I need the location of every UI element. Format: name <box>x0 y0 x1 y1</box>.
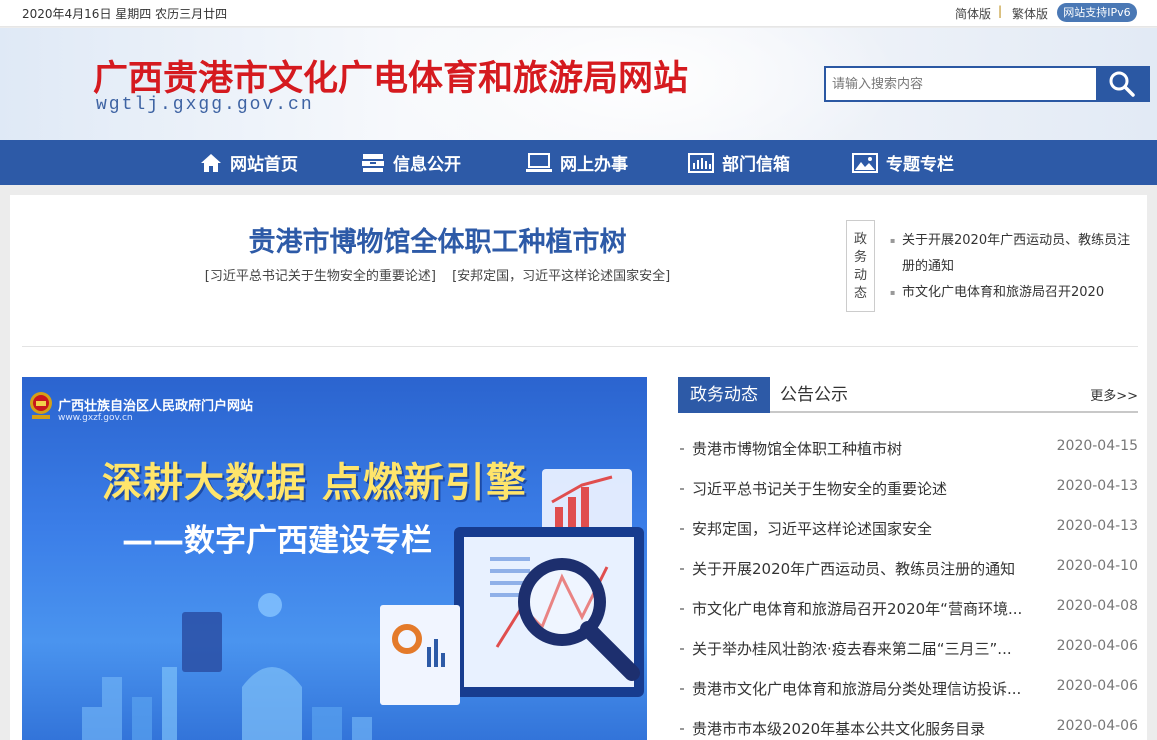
image-icon <box>852 152 878 173</box>
news-title: 贵港市博物馆全体职工种植市树 <box>692 440 903 458</box>
more-link[interactable]: 更多>> <box>1090 385 1138 404</box>
nav-label: 网站首页 <box>230 155 298 175</box>
news-row[interactable]: 贵港市文化广电体育和旅游局分类处理信访投诉... 2020-04-06 <box>678 668 1138 708</box>
banner-image[interactable]: 广西壮族自治区人民政府门户网站 www.gxzf.gov.cn 深耕大数据 点燃… <box>22 377 647 740</box>
computer-icon <box>526 152 552 172</box>
data-illustration <box>82 469 644 740</box>
news-title: 贵港市市本级2020年基本公共文化服务目录 <box>692 720 986 738</box>
main-panel: 贵港市博物馆全体职工种植市树 [习近平总书记关于生物安全的重要论述] [安邦定国… <box>10 195 1147 740</box>
side-news-tag-text: 政务动态 <box>853 232 867 301</box>
news-date: 2020-04-06 <box>1056 718 1138 734</box>
site-domain: wgtlj.gxgg.gov.cn <box>96 95 314 115</box>
side-news-list: 关于开展2020年广西运动员、教练员注册的通知 市文化广电体育和旅游局召开202… <box>890 228 1140 306</box>
news-tabs: 政务动态 公告公示 更多>> <box>678 377 1138 413</box>
news-row[interactable]: 关于举办桂风壮韵浓·疫去春来第二届“三月三”... 2020-04-06 <box>678 628 1138 668</box>
nav-label: 信息公开 <box>393 155 461 175</box>
nav-label: 网上办事 <box>560 155 628 175</box>
news-date: 2020-04-06 <box>1056 678 1138 694</box>
news-row[interactable]: 关于开展2020年广西运动员、教练员注册的通知 2020-04-10 <box>678 548 1138 588</box>
divider <box>22 346 1138 347</box>
news-date: 2020-04-08 <box>1056 598 1138 614</box>
nav-mailbox[interactable]: 部门信箱 <box>688 140 790 185</box>
nav-online-service[interactable]: 网上办事 <box>526 140 628 185</box>
news-row[interactable]: 安邦定国，习近平这样论述国家安全 2020-04-13 <box>678 508 1138 548</box>
mailbox-icon <box>688 152 714 173</box>
news-row[interactable]: 市文化广电体育和旅游局召开2020年“营商环境... 2020-04-08 <box>678 588 1138 628</box>
news-date: 2020-04-10 <box>1056 558 1138 574</box>
search-icon <box>1109 71 1135 97</box>
news-title: 贵港市文化广电体育和旅游局分类处理信访投诉... <box>692 680 1022 698</box>
info-icon <box>362 153 384 172</box>
nav-home[interactable]: 网站首页 <box>200 140 298 185</box>
headline-title[interactable]: 贵港市博物馆全体职工种植市树 <box>10 220 865 259</box>
news-row[interactable]: 贵港市市本级2020年基本公共文化服务目录 2020-04-06 <box>678 708 1138 740</box>
traditional-link[interactable]: 繁体版 <box>1012 5 1048 22</box>
news-date: 2020-04-15 <box>1056 438 1138 454</box>
nav-label: 专题专栏 <box>886 155 954 175</box>
side-news-item[interactable]: 市文化广电体育和旅游局召开2020 <box>890 280 1140 306</box>
home-icon <box>201 153 221 172</box>
side-news-tag: 政务动态 <box>846 220 875 312</box>
news-title: 习近平总书记关于生物安全的重要论述 <box>692 480 948 498</box>
headline-sublinks: [习近平总书记关于生物安全的重要论述] [安邦定国，习近平这样论述国家安全] <box>10 265 865 284</box>
search-input[interactable] <box>826 68 1096 100</box>
nav-info-public[interactable]: 信息公开 <box>361 140 461 185</box>
simplified-link[interactable]: 简体版 <box>955 5 991 22</box>
tab-gov-news[interactable]: 政务动态 <box>678 377 770 413</box>
news-title: 关于开展2020年广西运动员、教练员注册的通知 <box>692 560 1016 578</box>
tab-announcements[interactable]: 公告公示 <box>780 377 848 413</box>
search-box <box>824 66 1150 102</box>
news-title: 关于举办桂风壮韵浓·疫去春来第二届“三月三”... <box>692 640 1012 658</box>
side-news-item[interactable]: 关于开展2020年广西运动员、教练员注册的通知 <box>890 228 1140 280</box>
site-header: 广西贵港市文化广电体育和旅游局网站 wgtlj.gxgg.gov.cn <box>0 28 1157 140</box>
news-row[interactable]: 贵港市博物馆全体职工种植市树 2020-04-15 <box>678 428 1138 468</box>
news-title: 市文化广电体育和旅游局召开2020年“营商环境... <box>692 600 1023 618</box>
news-date: 2020-04-13 <box>1056 478 1138 494</box>
ipv6-badge: 网站支持IPv6 <box>1057 3 1137 22</box>
news-row[interactable]: 习近平总书记关于生物安全的重要论述 2020-04-13 <box>678 468 1138 508</box>
nav-label: 部门信箱 <box>722 155 790 175</box>
nav-special-topics[interactable]: 专题专栏 <box>852 140 954 185</box>
site-title[interactable]: 广西贵港市文化广电体育和旅游局网站 <box>93 50 688 101</box>
top-bar: 2020年4月16日 星期四 农历三月廿四 简体版 | 繁体版 网站支持IPv6 <box>0 0 1157 27</box>
main-nav: 网站首页 信息公开 网上办事 部门信箱 专题专栏 <box>0 140 1157 185</box>
sublink-biosecurity[interactable]: [习近平总书记关于生物安全的重要论述] <box>205 269 436 284</box>
news-title: 安邦定国，习近平这样论述国家安全 <box>692 520 933 538</box>
sublink-national-security[interactable]: [安邦定国，习近平这样论述国家安全] <box>452 269 670 284</box>
news-list: 贵港市博物馆全体职工种植市树 2020-04-15 习近平总书记关于生物安全的重要… <box>678 428 1138 740</box>
news-date: 2020-04-13 <box>1056 518 1138 534</box>
search-button[interactable] <box>1096 68 1148 100</box>
date-text: 2020年4月16日 星期四 农历三月廿四 <box>22 7 228 21</box>
news-date: 2020-04-06 <box>1056 638 1138 654</box>
lang-separator: | <box>998 4 1003 18</box>
